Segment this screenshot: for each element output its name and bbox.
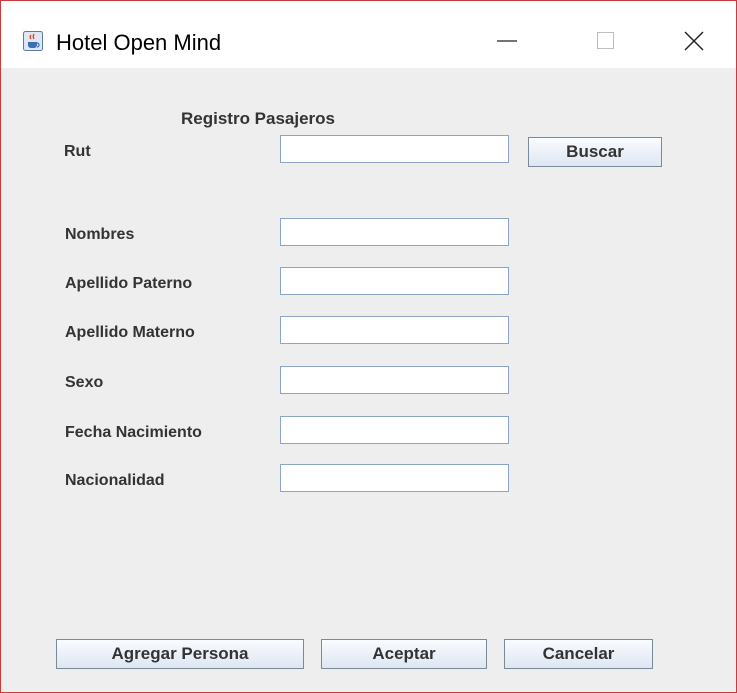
apellido-paterno-label: Apellido Paterno: [65, 275, 193, 292]
nombres-input[interactable]: [280, 218, 509, 246]
java-cup-icon[interactable]: [23, 31, 43, 51]
rut-input[interactable]: [280, 135, 509, 163]
sexo-label: Sexo: [65, 374, 104, 391]
title-bar[interactable]: Hotel Open Mind: [1, 1, 736, 68]
rut-label: Rut: [64, 143, 91, 160]
maximize-button[interactable]: [569, 17, 629, 65]
cancel-button[interactable]: Cancelar: [504, 639, 653, 669]
close-button[interactable]: [663, 17, 723, 65]
accept-button[interactable]: Aceptar: [321, 639, 487, 669]
maximize-icon: [597, 32, 614, 49]
nacionalidad-label: Nacionalidad: [65, 472, 165, 489]
window-title: Hotel Open Mind: [56, 30, 222, 55]
apellido-materno-label: Apellido Materno: [65, 324, 195, 341]
form-heading: Registro Pasajeros: [181, 109, 336, 128]
search-button[interactable]: Buscar: [528, 137, 662, 167]
apellido-paterno-input[interactable]: [280, 267, 509, 295]
app-window: Hotel Open Mind Registro Pasajeros Rut B…: [0, 0, 737, 693]
minimize-button[interactable]: [479, 17, 539, 65]
fecha-nacimiento-label: Fecha Nacimiento: [65, 424, 202, 441]
sexo-input[interactable]: [280, 366, 509, 394]
minimize-icon: [497, 40, 517, 42]
nombres-label: Nombres: [65, 226, 135, 243]
close-icon: [684, 31, 704, 51]
nacionalidad-input[interactable]: [280, 464, 509, 492]
apellido-materno-input[interactable]: [280, 316, 509, 344]
fecha-nacimiento-input[interactable]: [280, 416, 509, 444]
add-person-button[interactable]: Agregar Persona: [56, 639, 304, 669]
